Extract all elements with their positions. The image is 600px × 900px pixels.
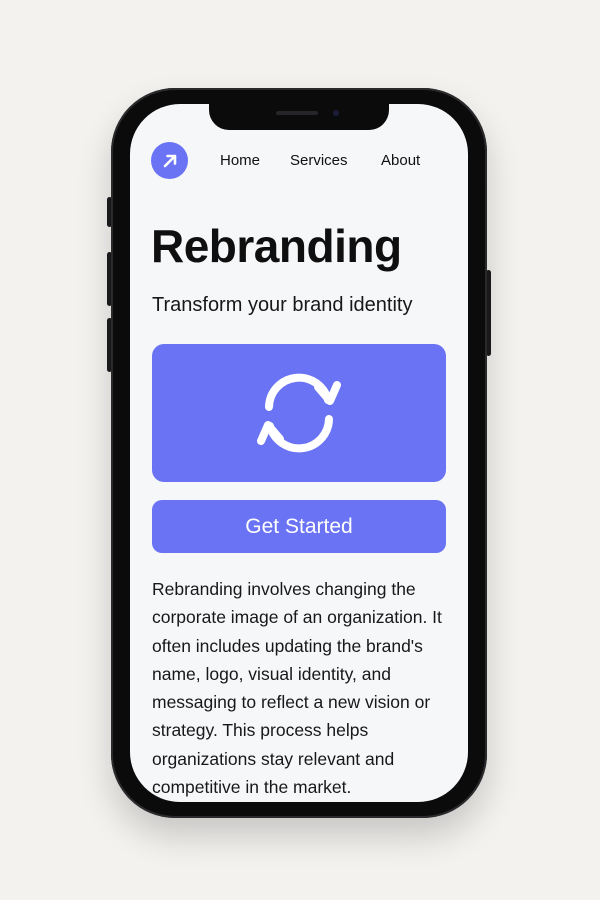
hero-card [152, 344, 446, 482]
nav-link-home[interactable]: Home [220, 152, 260, 169]
refresh-icon [257, 373, 341, 453]
logo-button[interactable] [151, 142, 188, 179]
get-started-button[interactable]: Get Started [152, 500, 446, 553]
arrow-up-right-icon [163, 154, 176, 167]
front-camera [333, 110, 339, 116]
phone-screen: Home Services About Rebranding Transform… [130, 104, 468, 802]
nav-link-services[interactable]: Services [290, 152, 348, 169]
nav-link-about[interactable]: About [381, 152, 420, 169]
page-subtitle: Transform your brand identity [152, 294, 413, 316]
page-title: Rebranding [151, 220, 402, 272]
notch [209, 104, 389, 130]
description-text: Rebranding involves changing the corpora… [152, 579, 442, 798]
speaker-grille [276, 111, 318, 115]
